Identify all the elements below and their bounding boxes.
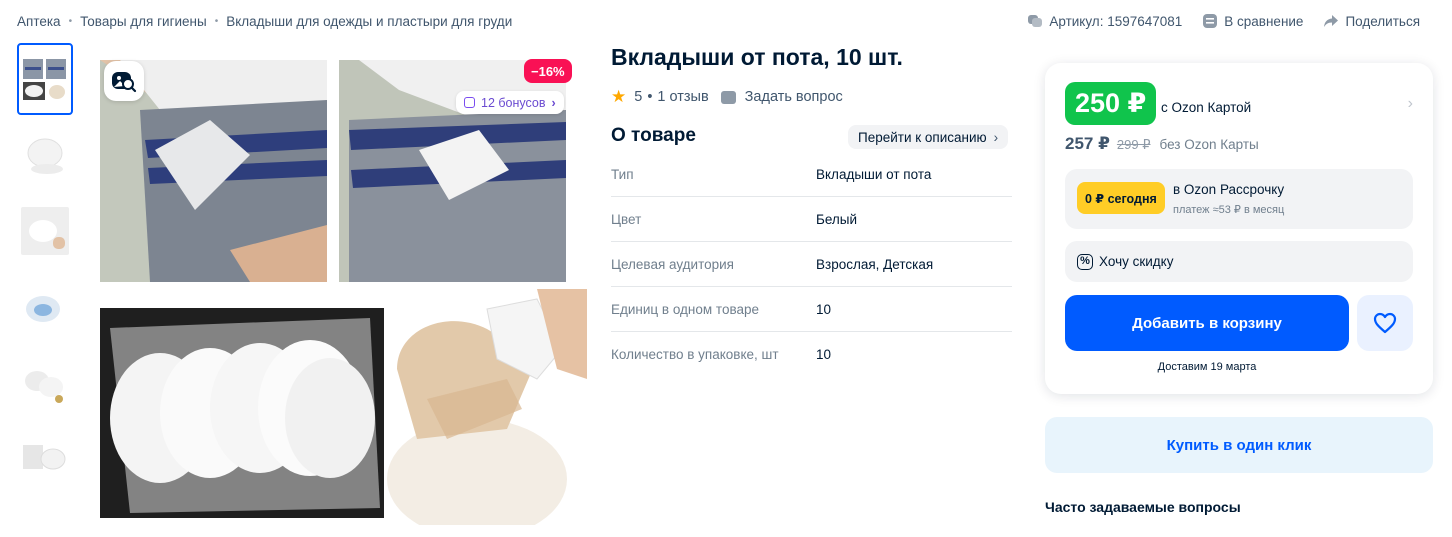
product-photo-peel[interactable] <box>387 289 587 525</box>
copy-icon <box>1028 15 1043 27</box>
spec-key: Целевая аудитория <box>611 256 734 272</box>
ask-question-link[interactable]: Задать вопрос <box>720 89 843 105</box>
star-icon: ★ <box>611 87 627 106</box>
spec-value[interactable]: Белый <box>816 212 857 227</box>
installment-block[interactable]: 0 ₽ сегодня в Ozon Рассрочку платеж ≈53 … <box>1065 169 1413 229</box>
share-link[interactable]: Поделиться <box>1323 14 1420 29</box>
ask-question-label: Задать вопрос <box>744 89 843 105</box>
want-discount-label: Хочу скидку <box>1099 254 1174 269</box>
spec-row: Количество в упаковке, шт 10 <box>611 332 1012 377</box>
article-number[interactable]: Артикул: 1597647081 <box>1027 14 1182 29</box>
installment-badge: 0 ₽ сегодня <box>1077 182 1165 214</box>
thumbnail[interactable] <box>17 119 73 191</box>
product-image <box>100 308 384 518</box>
regular-price: 257 ₽ <box>1065 134 1110 153</box>
breadcrumb-separator: • <box>68 16 73 27</box>
spec-row: Тип Вкладыши от пота <box>611 152 1012 197</box>
installment-title: в Ozon Рассрочку <box>1173 182 1285 197</box>
chevron-right-icon: › <box>993 129 999 145</box>
thumbnail[interactable] <box>17 347 73 419</box>
bonus-label: 12 бонусов <box>481 95 546 110</box>
discount-icon: % <box>1077 253 1093 270</box>
thumbnail-image <box>21 283 69 331</box>
share-label: Поделиться <box>1345 13 1420 29</box>
chevron-right-icon[interactable]: › <box>1408 95 1413 113</box>
spec-key: Цвет <box>611 211 642 227</box>
discount-badge: −16% <box>524 59 572 83</box>
breadcrumb-item-pharmacy[interactable]: Аптека <box>17 14 61 29</box>
spec-value: 10 <box>816 347 832 362</box>
want-discount-button[interactable]: % Хочу скидку <box>1065 241 1413 282</box>
goto-description-label: Перейти к описанию <box>858 129 987 145</box>
breadcrumb-item-pads[interactable]: Вкладыши для одежды и пластыри для груди <box>226 14 512 29</box>
with-card-label: с Ozon Картой <box>1161 100 1252 115</box>
spec-row: Единиц в одном товаре 10 <box>611 287 1012 332</box>
spec-row: Цвет Белый <box>611 197 1012 242</box>
spec-key: Количество в упаковке, шт <box>611 347 779 362</box>
old-price: 299 ₽ <box>1116 137 1151 152</box>
regular-price-row: 257 ₽ 299 ₽ без Ozon Карты <box>1065 134 1259 154</box>
question-icon <box>720 90 736 104</box>
installment-payment: платеж ≈53 ₽ в месяц <box>1173 204 1285 216</box>
thumbnail[interactable] <box>17 195 73 267</box>
chevron-right-icon: › <box>551 95 556 110</box>
image-search-button[interactable] <box>104 61 144 101</box>
top-links: Артикул: 1597647081 В сравнение Поделить… <box>1027 13 1420 29</box>
thumbnail[interactable] <box>17 271 73 343</box>
buy-one-click-button[interactable]: Купить в один клик <box>1045 417 1433 473</box>
compare-link[interactable]: В сравнение <box>1202 13 1303 29</box>
without-card-label: без Ozon Карты <box>1159 137 1259 152</box>
spec-key: Единиц в одном товаре <box>611 301 759 317</box>
breadcrumb: Аптека • Товары для гигиены • Вкладыши д… <box>17 14 512 29</box>
specs-table: Тип Вкладыши от пота Цвет Белый Целевая … <box>611 152 1012 377</box>
thumbnail-image <box>21 435 69 483</box>
ozon-card-price: 250 ₽ <box>1065 82 1157 125</box>
breadcrumb-separator: • <box>214 16 219 27</box>
thumbnail-image <box>21 55 69 103</box>
bonus-icon <box>464 97 475 108</box>
rating-value: 5 <box>634 89 643 105</box>
share-icon <box>1324 15 1339 27</box>
thumbnail[interactable] <box>17 43 73 115</box>
spec-row: Целевая аудитория Взрослая, Детская <box>611 242 1012 287</box>
product-title: Вкладыши от пота, 10 шт. <box>611 44 903 70</box>
rating-dot: • <box>647 89 653 105</box>
goto-description-button[interactable]: Перейти к описанию › <box>848 125 1009 149</box>
spec-value: 10 <box>816 301 832 317</box>
about-heading: О товаре <box>611 125 696 146</box>
spec-value[interactable]: Вкладыши от пота <box>816 167 931 182</box>
reviews-link[interactable]: 1 отзыв <box>657 89 708 105</box>
heart-icon <box>1373 312 1397 334</box>
thumbnail-list <box>17 43 73 499</box>
faq-heading: Часто задаваемые вопросы <box>1045 499 1241 515</box>
compare-icon <box>1203 14 1218 28</box>
compare-label: В сравнение <box>1224 13 1304 29</box>
breadcrumb-item-hygiene[interactable]: Товары для гигиены <box>80 14 207 29</box>
top-bar: Аптека • Товары для гигиены • Вкладыши д… <box>0 0 1452 44</box>
spec-value[interactable]: Взрослая, Детская <box>816 257 933 272</box>
product-photo-packs[interactable] <box>100 308 384 518</box>
image-search-icon <box>112 72 137 93</box>
thumbnail-image <box>21 359 69 407</box>
add-to-cart-button[interactable]: Добавить в корзину <box>1065 295 1349 351</box>
spec-key: Тип <box>611 166 634 182</box>
bonus-badge[interactable]: 12 бонусов › <box>456 91 564 114</box>
product-image <box>387 289 587 525</box>
article-label: Артикул: 1597647081 <box>1049 13 1183 29</box>
thumbnail-image <box>21 131 69 179</box>
thumbnail[interactable] <box>17 423 73 495</box>
rating-row: ★ 5 • 1 отзыв Задать вопрос <box>611 87 843 107</box>
delivery-date: Доставим 19 марта <box>1157 361 1257 373</box>
thumbnail-image <box>21 207 69 255</box>
buy-card: 250 ₽ с Ozon Картой › 257 ₽ 299 ₽ без Oz… <box>1045 63 1433 394</box>
favorite-button[interactable] <box>1357 295 1413 351</box>
